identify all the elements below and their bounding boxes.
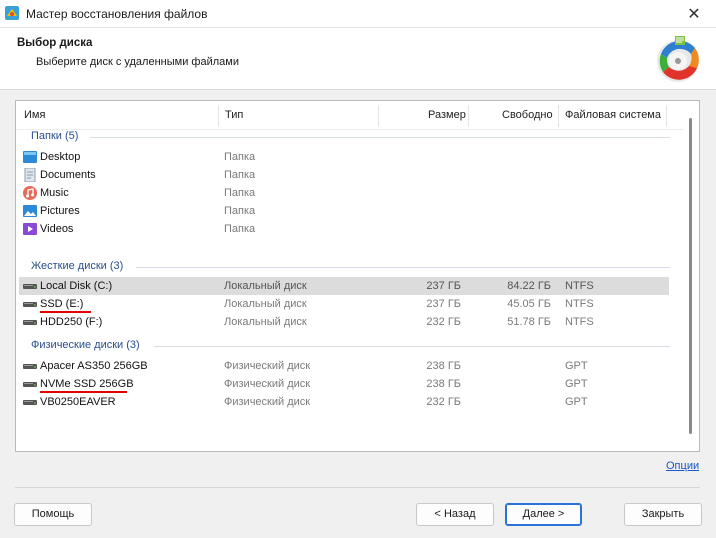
item-name: Pictures <box>40 205 80 217</box>
group-divider <box>154 346 670 347</box>
disk-list-panel[interactable]: Имя Тип Размер Свободно Файловая система… <box>15 100 700 452</box>
videos-folder-icon <box>23 223 37 235</box>
item-filesystem: NTFS <box>565 298 594 310</box>
list-item[interactable]: Documents Папка <box>19 166 669 184</box>
close-window-button[interactable]: ✕ <box>672 0 716 28</box>
next-button[interactable]: Далее > <box>505 503 582 526</box>
column-type[interactable]: Тип <box>225 101 243 130</box>
list-item[interactable]: Desktop Папка <box>19 148 669 166</box>
item-type: Физический диск <box>224 396 311 408</box>
item-size: 238 ГБ <box>426 378 461 390</box>
item-name: HDD250 (F:) <box>40 316 103 328</box>
item-size: 232 ГБ <box>426 316 461 328</box>
item-size: 237 ГБ <box>426 298 461 310</box>
column-divider <box>218 105 219 127</box>
group-divider <box>90 137 670 138</box>
close-button[interactable]: Закрыть <box>624 503 702 526</box>
item-size: 237 ГБ <box>426 280 461 292</box>
item-size: 232 ГБ <box>426 396 461 408</box>
recovery-logo-icon <box>657 36 699 82</box>
group-label: Физические диски (3) <box>31 339 140 351</box>
wizard-header: Выбор диска Выберите диск с удаленными ф… <box>0 28 716 90</box>
drive-icon <box>23 302 37 307</box>
column-header: Имя Тип Размер Свободно Файловая система <box>16 101 686 130</box>
scrollbar-thumb[interactable] <box>689 118 692 434</box>
page-subtitle: Выберите диск с удаленными файлами <box>36 56 239 68</box>
item-free-space: 84.22 ГБ <box>507 280 551 292</box>
desktop-folder-icon <box>23 151 37 163</box>
list-item[interactable]: NVMe SSD 256GB Физический диск 238 ГБ GP… <box>19 375 669 393</box>
drive-icon <box>23 382 37 387</box>
drive-icon <box>23 400 37 405</box>
item-free-space: 45.05 ГБ <box>507 298 551 310</box>
list-item[interactable]: SSD (E:) Локальный диск 237 ГБ 45.05 ГБ … <box>19 295 669 313</box>
options-link[interactable]: Опции <box>666 460 699 472</box>
item-filesystem: GPT <box>565 378 588 390</box>
item-filesystem: GPT <box>565 360 588 372</box>
back-button[interactable]: < Назад <box>416 503 494 526</box>
column-free[interactable]: Свободно <box>502 101 553 130</box>
column-filesystem[interactable]: Файловая система <box>565 101 661 130</box>
title-bar: Мастер восстановления файлов ✕ <box>0 0 716 28</box>
help-button[interactable]: Помощь <box>14 503 92 526</box>
list-item[interactable]: Pictures Папка <box>19 202 669 220</box>
item-name: Music <box>40 187 69 199</box>
list-item[interactable]: Videos Папка <box>19 220 669 238</box>
item-name: Apacer AS350 256GB <box>40 360 148 372</box>
group-label: Папки (5) <box>31 130 79 142</box>
item-filesystem: NTFS <box>565 316 594 328</box>
item-filesystem: NTFS <box>565 280 594 292</box>
close-icon: ✕ <box>687 6 701 23</box>
item-type: Папка <box>224 223 256 235</box>
item-type: Папка <box>224 151 256 163</box>
column-name[interactable]: Имя <box>24 101 45 130</box>
column-size[interactable]: Размер <box>428 101 466 130</box>
item-name: NVMe SSD 256GB <box>40 378 134 390</box>
column-divider <box>666 105 667 127</box>
list-item[interactable]: HDD250 (F:) Локальный диск 232 ГБ 51.78 … <box>19 313 669 331</box>
item-type: Локальный диск <box>224 316 307 328</box>
window-title: Мастер восстановления файлов <box>26 7 208 21</box>
column-divider <box>558 105 559 127</box>
list-item[interactable]: Music Папка <box>19 184 669 202</box>
group-physical-disks: Физические диски (3) <box>16 337 672 355</box>
app-icon <box>5 6 19 20</box>
item-size: 238 ГБ <box>426 360 461 372</box>
footer-divider <box>15 487 700 488</box>
list-item[interactable]: Local Disk (C:) Локальный диск 237 ГБ 84… <box>19 277 669 295</box>
group-label: Жесткие диски (3) <box>31 260 124 272</box>
item-type: Физический диск <box>224 378 311 390</box>
drive-icon <box>23 320 37 325</box>
group-folders: Папки (5) <box>16 128 672 146</box>
item-name: VB0250EAVER <box>40 396 116 408</box>
item-name: Documents <box>40 169 96 181</box>
item-name: Desktop <box>40 151 81 163</box>
drive-icon <box>23 364 37 369</box>
vertical-scrollbar[interactable] <box>684 101 699 451</box>
item-name: Local Disk (C:) <box>40 280 113 292</box>
group-hard-drives: Жесткие диски (3) <box>16 258 672 276</box>
list-item[interactable]: Apacer AS350 256GB Физический диск 238 Г… <box>19 357 669 375</box>
item-type: Физический диск <box>224 360 311 372</box>
item-type: Папка <box>224 187 256 199</box>
item-type: Локальный диск <box>224 280 307 292</box>
column-divider <box>378 105 379 127</box>
item-type: Локальный диск <box>224 298 307 310</box>
item-name: SSD (E:) <box>40 298 84 310</box>
pictures-folder-icon <box>23 205 37 217</box>
item-free-space: 51.78 ГБ <box>507 316 551 328</box>
item-name: Videos <box>40 223 74 235</box>
item-type: Папка <box>224 169 256 181</box>
group-divider <box>136 267 670 268</box>
music-folder-icon <box>23 186 37 200</box>
documents-folder-icon <box>24 168 36 182</box>
drive-icon <box>23 284 37 289</box>
column-divider <box>468 105 469 127</box>
item-filesystem: GPT <box>565 396 588 408</box>
page-title: Выбор диска <box>17 37 93 49</box>
item-type: Папка <box>224 205 256 217</box>
list-item[interactable]: VB0250EAVER Физический диск 232 ГБ GPT <box>19 393 669 411</box>
